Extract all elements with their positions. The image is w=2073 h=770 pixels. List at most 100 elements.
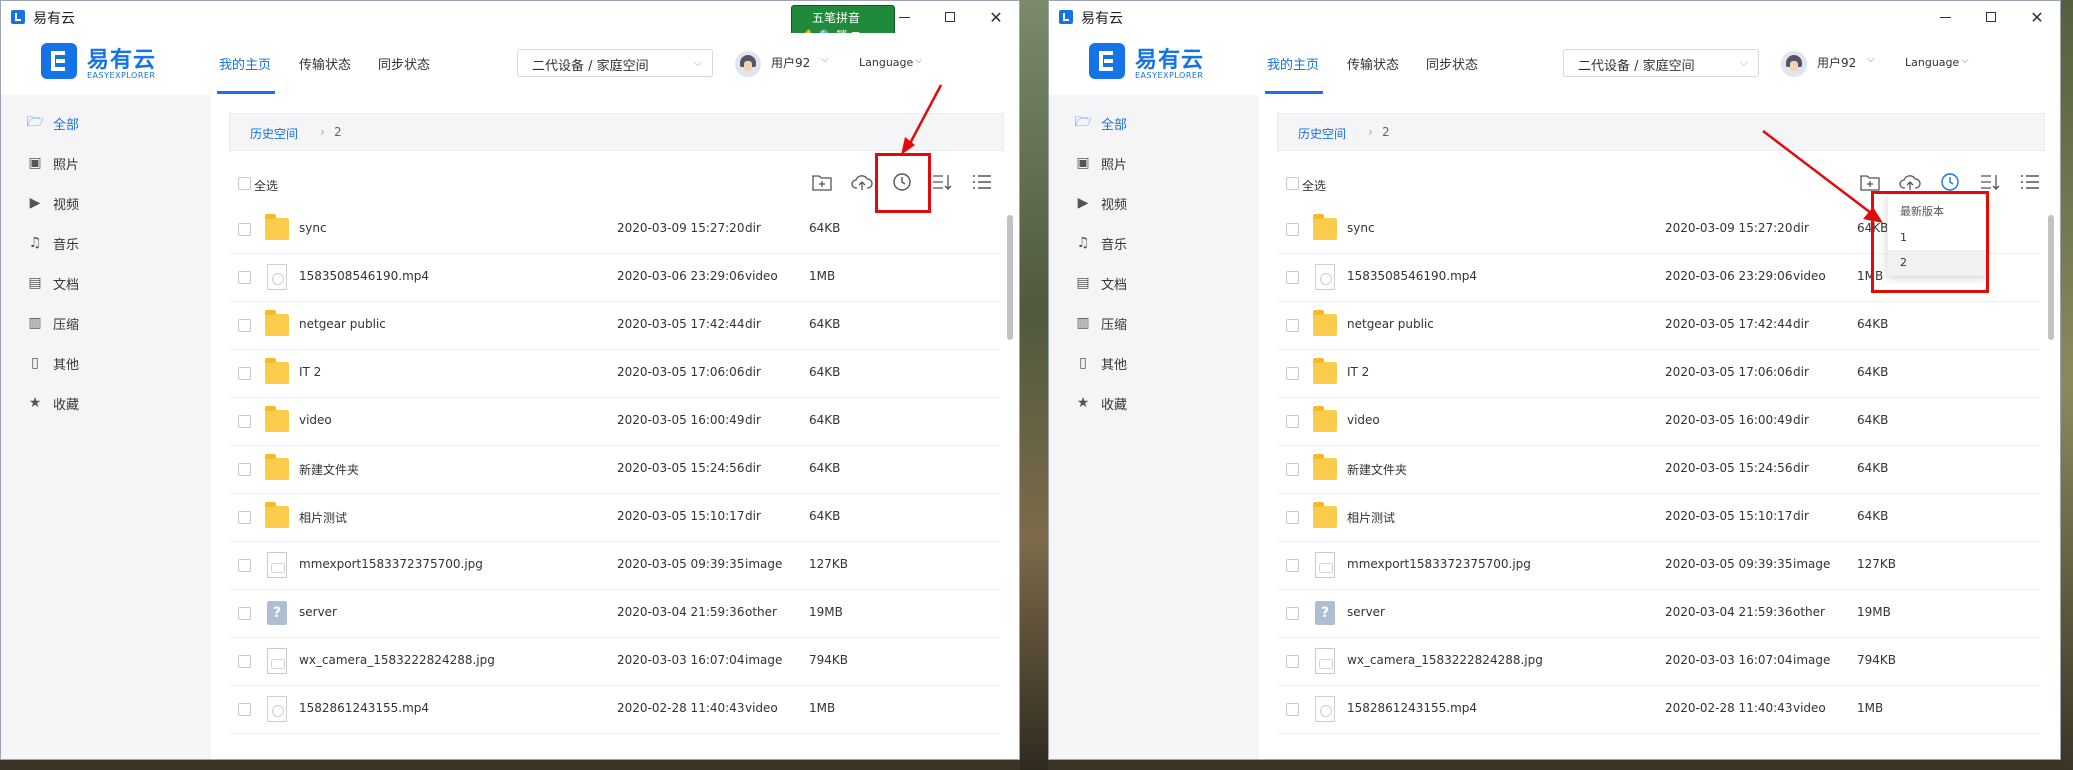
minimize-button[interactable] — [1922, 1, 1968, 33]
tab-sync[interactable]: 同步状态 — [378, 54, 430, 73]
user-name[interactable]: 用户92 — [771, 54, 810, 71]
tab-transfer[interactable]: 传输状态 — [1347, 54, 1399, 73]
row-checkbox[interactable] — [238, 511, 251, 524]
maximize-button[interactable] — [1968, 1, 2014, 33]
tab-sync[interactable]: 同步状态 — [1426, 54, 1478, 73]
row-checkbox[interactable] — [238, 655, 251, 668]
row-checkbox[interactable] — [238, 607, 251, 620]
sidebar-item[interactable]: ▶ 视频 — [1075, 191, 1127, 215]
row-checkbox[interactable] — [1286, 511, 1299, 524]
file-row[interactable]: 相片测试 2020-03-05 15:10:17 dir 64KB — [229, 493, 999, 542]
select-all-checkbox[interactable] — [1286, 177, 1299, 190]
file-row[interactable]: ? server 2020-03-04 21:59:36 other 19MB — [229, 589, 999, 638]
language-select[interactable]: Language — [859, 56, 913, 69]
sidebar-item[interactable]: ▥ 压缩 — [27, 311, 79, 335]
file-row[interactable]: mmexport1583372375700.jpg 2020-03-05 09:3… — [1277, 541, 2040, 590]
row-checkbox[interactable] — [238, 559, 251, 572]
row-checkbox[interactable] — [238, 415, 251, 428]
new-folder-icon[interactable] — [1857, 169, 1883, 195]
row-checkbox[interactable] — [1286, 367, 1299, 380]
device-select[interactable]: 二代设备 / 家庭空间 ⌵ — [1563, 49, 1759, 77]
file-row[interactable]: netgear public 2020-03-05 17:42:44 dir 64KB — [229, 301, 999, 350]
version-item-2[interactable]: 2 — [1888, 250, 1986, 275]
file-row[interactable]: video 2020-03-05 16:00:49 dir 64KB — [1277, 397, 2040, 446]
close-button[interactable]: ✕ — [2014, 1, 2060, 33]
chevron-down-icon[interactable]: ⌵ — [915, 55, 923, 66]
tab-home[interactable]: 我的主页 — [1267, 54, 1319, 73]
sidebar-item[interactable]: ♫ 音乐 — [1075, 231, 1127, 255]
list-view-icon[interactable] — [2017, 169, 2043, 195]
chevron-down-icon[interactable]: ⌵ — [1867, 54, 1875, 65]
upload-icon[interactable] — [1897, 169, 1923, 195]
row-checkbox[interactable] — [1286, 559, 1299, 572]
chevron-down-icon[interactable]: ⌵ — [1961, 55, 1969, 66]
file-row[interactable]: ? server 2020-03-04 21:59:36 other 19MB — [1277, 589, 2040, 638]
row-checkbox[interactable] — [238, 271, 251, 284]
avatar[interactable] — [1781, 51, 1807, 77]
file-row[interactable]: 新建文件夹 2020-03-05 15:24:56 dir 64KB — [1277, 445, 2040, 494]
file-row[interactable]: 相片测试 2020-03-05 15:10:17 dir 64KB — [1277, 493, 2040, 542]
row-checkbox[interactable] — [238, 223, 251, 236]
row-checkbox[interactable] — [1286, 655, 1299, 668]
scrollbar-thumb[interactable] — [1007, 215, 1013, 340]
sidebar-item[interactable]: ▣ 照片 — [27, 151, 79, 175]
file-row[interactable]: IT 2 2020-03-05 17:06:06 dir 64KB — [1277, 349, 2040, 398]
file-row[interactable]: 1582861243155.mp4 2020-02-28 11:40:43 vide… — [229, 685, 999, 734]
upload-icon[interactable] — [849, 169, 875, 195]
row-checkbox[interactable] — [238, 319, 251, 332]
row-checkbox[interactable] — [1286, 319, 1299, 332]
user-name[interactable]: 用户92 — [1817, 54, 1856, 71]
row-checkbox[interactable] — [238, 463, 251, 476]
row-checkbox[interactable] — [1286, 415, 1299, 428]
maximize-button[interactable] — [927, 1, 973, 33]
chevron-down-icon[interactable]: ⌵ — [821, 54, 829, 65]
breadcrumb-root[interactable]: 历史空间 — [250, 125, 298, 142]
breadcrumb-root[interactable]: 历史空间 — [1298, 125, 1346, 142]
sidebar-item[interactable]: ▥ 压缩 — [1075, 311, 1127, 335]
history-icon[interactable] — [1937, 169, 1963, 195]
row-checkbox[interactable] — [1286, 271, 1299, 284]
sidebar-item[interactable]: ▤ 文档 — [27, 271, 79, 295]
sidebar-item[interactable]: ♫ 音乐 — [27, 231, 79, 255]
file-row[interactable]: 1582861243155.mp4 2020-02-28 11:40:43 vide… — [1277, 685, 2040, 734]
row-checkbox[interactable] — [1286, 223, 1299, 236]
sidebar-item[interactable]: ★ 收藏 — [27, 391, 79, 415]
sort-icon[interactable] — [1977, 169, 2003, 195]
sidebar-item[interactable]: ★ 收藏 — [1075, 391, 1127, 415]
file-row[interactable]: netgear public 2020-03-05 17:42:44 dir 64KB — [1277, 301, 2040, 350]
sidebar-item[interactable]: 🗁 全部 — [26, 111, 79, 135]
row-checkbox[interactable] — [238, 367, 251, 380]
history-icon[interactable] — [889, 169, 915, 195]
version-item-1[interactable]: 1 — [1888, 225, 1986, 250]
row-checkbox[interactable] — [1286, 463, 1299, 476]
new-folder-icon[interactable] — [809, 169, 835, 195]
list-view-icon[interactable] — [969, 169, 995, 195]
sort-icon[interactable] — [929, 169, 955, 195]
file-row[interactable]: wx_camera_1583222824288.jpg 2020-03-03 16… — [229, 637, 999, 686]
file-row[interactable]: sync 2020-03-09 15:27:20 dir 64KB — [229, 205, 999, 254]
title-bar[interactable]: 易有云 ✕ — [1049, 1, 2060, 33]
row-checkbox[interactable] — [238, 703, 251, 716]
sidebar-item[interactable]: ▯ 其他 — [27, 351, 79, 375]
file-row[interactable]: IT 2 2020-03-05 17:06:06 dir 64KB — [229, 349, 999, 398]
scrollbar-thumb[interactable] — [2048, 215, 2054, 340]
file-row[interactable]: video 2020-03-05 16:00:49 dir 64KB — [229, 397, 999, 446]
row-checkbox[interactable] — [1286, 703, 1299, 716]
select-all-checkbox[interactable] — [238, 177, 251, 190]
language-select[interactable]: Language — [1905, 56, 1959, 69]
sidebar-item[interactable]: ▤ 文档 — [1075, 271, 1127, 295]
sidebar-item[interactable]: 🗁 全部 — [1074, 111, 1127, 135]
close-button[interactable]: ✕ — [973, 1, 1019, 33]
file-row[interactable]: mmexport1583372375700.jpg 2020-03-05 09:3… — [229, 541, 999, 590]
row-checkbox[interactable] — [1286, 607, 1299, 620]
file-row[interactable]: 1583508546190.mp4 2020-03-06 23:29:06 vide… — [229, 253, 999, 302]
file-row[interactable]: wx_camera_1583222824288.jpg 2020-03-03 16… — [1277, 637, 2040, 686]
tab-home[interactable]: 我的主页 — [219, 54, 271, 73]
device-select[interactable]: 二代设备 / 家庭空间 ⌵ — [517, 49, 713, 77]
sidebar-item[interactable]: ▶ 视频 — [27, 191, 79, 215]
sidebar-item[interactable]: ▯ 其他 — [1075, 351, 1127, 375]
sidebar-item[interactable]: ▣ 照片 — [1075, 151, 1127, 175]
file-row[interactable]: 新建文件夹 2020-03-05 15:24:56 dir 64KB — [229, 445, 999, 494]
avatar[interactable] — [735, 51, 761, 77]
tab-transfer[interactable]: 传输状态 — [299, 54, 351, 73]
